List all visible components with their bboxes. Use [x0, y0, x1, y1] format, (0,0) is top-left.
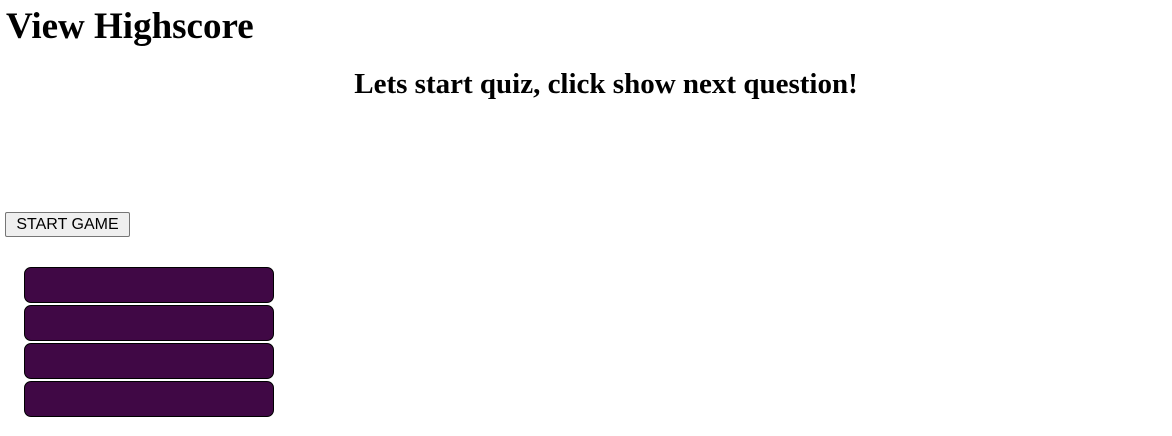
answer-button-3[interactable] — [24, 343, 274, 379]
view-highscore-link[interactable]: View Highscore — [6, 6, 254, 48]
answer-button-1[interactable] — [24, 267, 274, 303]
question-prompt: Lets start quiz, click show next questio… — [354, 68, 858, 100]
answer-list — [24, 267, 274, 419]
answer-button-4[interactable] — [24, 381, 274, 417]
answer-button-2[interactable] — [24, 305, 274, 341]
start-game-button[interactable]: START GAME — [5, 212, 130, 237]
